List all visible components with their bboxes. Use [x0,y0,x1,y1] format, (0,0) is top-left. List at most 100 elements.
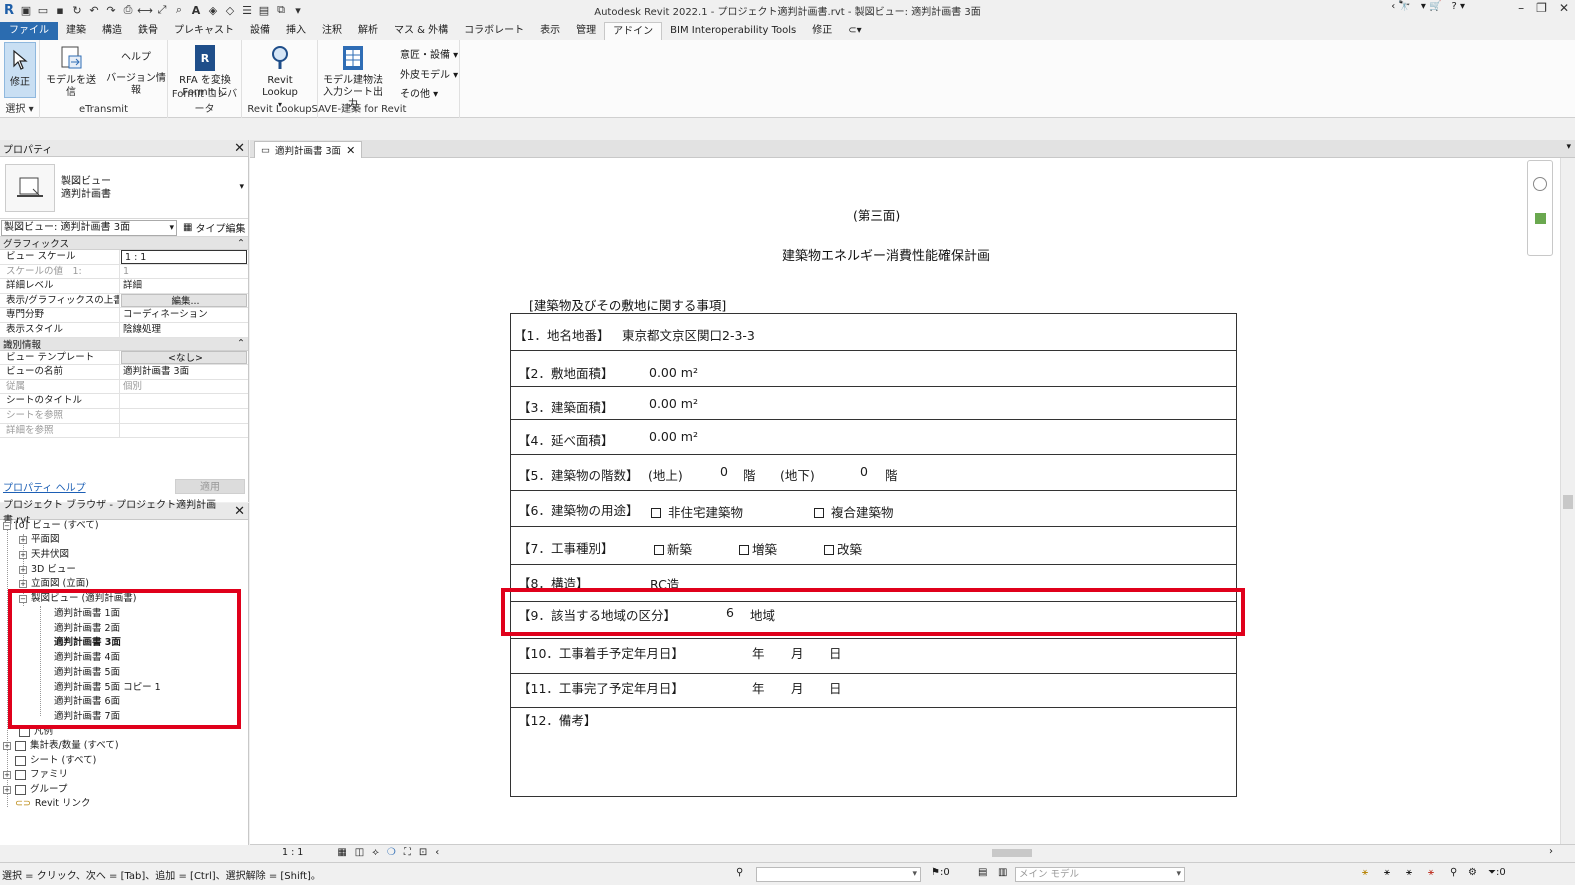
ribbon-tab[interactable]: プレキャスト [166,22,242,40]
property-value[interactable]: 編集... [121,293,247,308]
type-option-extension[interactable]: 増築 [739,539,777,558]
property-row[interactable]: 専門分野 コーディネーション [0,308,248,323]
ribbon-tab[interactable]: 建築 [58,22,94,40]
properties-help-link[interactable]: プロパティ ヘルプ [3,479,86,494]
close-icon[interactable]: ✕ [1559,1,1569,15]
tree-schedules[interactable]: + 集計表/数量 (すべて) [3,739,119,753]
ribbon-tab[interactable]: アドイン [604,22,663,40]
type-selector[interactable]: 製図ビュー 適判計画書 ▾ [0,157,248,219]
customize-qat-icon[interactable]: ▾ [291,3,305,17]
modify-button[interactable]: 修正 [4,42,36,98]
tree-sheet-item[interactable]: 適判計画書 5面 [54,666,120,680]
property-row[interactable]: 従属 個別 [0,379,248,395]
property-row[interactable]: 表示/グラフィックスの上書き 編集... [0,293,248,309]
cart-icon[interactable]: ▾ 🛒 [1421,1,1442,12]
property-value[interactable]: 個別 [120,380,248,394]
workset-dropdown[interactable] [756,867,921,882]
3d-view-icon[interactable]: ◈ [206,3,220,17]
vertical-scrollbar[interactable] [1560,158,1575,844]
use-option-mixed[interactable]: 複合建築物 [814,502,894,521]
text-icon[interactable]: A [189,3,203,17]
select-links-icon[interactable]: ⚹ [1362,867,1368,878]
editable-only-icon[interactable]: ⚑:0 [931,867,950,878]
minimize-icon[interactable]: – [1518,1,1524,15]
ribbon-tab[interactable]: BIM Interoperability Tools [662,22,804,40]
save-icon[interactable]: ▪ [53,3,67,17]
tree-legend[interactable]: 凡例 [19,725,53,739]
property-value[interactable]: コーディネーション [120,308,248,322]
redo-icon[interactable]: ↷ [104,3,118,17]
view-scale[interactable]: 1 : 1 [282,847,303,858]
sync-icon[interactable]: ↻ [70,3,84,17]
property-row[interactable]: ビュー スケール 1 : 1 [0,250,248,265]
instance-filter-dropdown[interactable]: 製図ビュー: 適判計画書 3面 [1,219,177,236]
switch-windows-icon[interactable]: ⧉ [274,3,288,17]
ribbon-tab[interactable]: 修正 [804,22,840,40]
tree-3d[interactable]: +3D ビュー [19,563,76,577]
section-icon[interactable]: ◇ [223,3,237,17]
tree-sheet-item[interactable]: 適判計画書 4面 [54,651,120,665]
scroll-right-icon[interactable]: › [1549,846,1553,857]
detail-level-icon[interactable]: ▦ [337,847,346,858]
property-value[interactable]: 1 [120,265,248,279]
background-process-icon[interactable]: ⚙ [1468,867,1477,878]
edit-type-button[interactable]: ▦ タイプ編集 [183,220,245,235]
tree-sheet-item[interactable]: 適判計画書 7面 [54,710,120,724]
use-option-nonresidential[interactable]: 非住宅建築物 [651,502,743,521]
tree-ceiling[interactable]: + 天井伏図 [19,548,69,562]
steering-wheel-icon[interactable] [1533,177,1547,191]
type-option-new[interactable]: 新築 [654,539,692,558]
search-icon[interactable]: ‹ 🔭 [1391,1,1411,12]
help-icon[interactable]: ? ▾ [1451,1,1465,12]
ribbon-tab[interactable]: 鉄骨 [130,22,166,40]
crop-icon[interactable]: ⛶ [404,847,411,858]
reveal-hidden-icon[interactable]: ❍ [387,847,396,858]
property-row[interactable]: ビュー テンプレート <なし> [0,350,248,366]
close-icon[interactable]: ✕ [234,504,245,519]
property-value[interactable]: 1 : 1 [121,250,247,264]
print-icon[interactable]: ⎙ [121,3,135,17]
revit-logo-icon[interactable]: R [2,3,16,18]
type-option-renovation[interactable]: 改築 [824,539,862,558]
ribbon-tab[interactable]: 設備 [242,22,278,40]
visual-style-icon[interactable]: ◫ [355,847,364,858]
tree-sheet-item[interactable]: 適判計画書 1面 [54,607,120,621]
ribbon-tab[interactable]: 注釈 [314,22,350,40]
ribbon-tab[interactable]: 挿入 [278,22,314,40]
worksharing-icon[interactable]: ⚲ [736,867,743,878]
undo-icon[interactable]: ↶ [87,3,101,17]
close-icon[interactable]: ✕ [346,144,355,157]
property-value[interactable]: <なし> [121,350,247,365]
show-crop-icon[interactable]: ⊡ [419,847,427,858]
property-row[interactable]: スケールの値 1: 1 [0,264,248,280]
tree-sheet-item[interactable]: 適判計画書 2面 [54,622,120,636]
property-value[interactable] [120,409,248,423]
tree-families[interactable]: + ファミリ [3,768,68,782]
open-icon[interactable]: ▭ [36,3,50,17]
ribbon-tab[interactable]: コラボレート [456,22,532,40]
design-equipment-menu[interactable]: 意匠・設備 ▾ [400,46,458,66]
property-value[interactable]: 適判計画書 3面 [120,365,248,379]
select-pinned-icon[interactable]: ⚹ [1406,867,1412,878]
tree-plan[interactable]: + 平面図 [19,533,60,547]
design-options-icon[interactable]: ▤ [978,867,987,878]
restore-icon[interactable]: ❐ [1536,1,1547,15]
measure-icon[interactable]: ⟷ [137,3,153,17]
category-identity[interactable]: 識別情報 ⌃ [0,337,248,351]
tree-sheet-item[interactable]: 適判計画書 5面 コピー 1 [54,681,161,695]
tree-sheets[interactable]: シート (すべて) [15,754,96,768]
tab-file[interactable]: ファイル [0,22,58,40]
tree-elevation[interactable]: + 立面図 (立面) [19,577,89,591]
scroll-left-icon[interactable]: ‹ [435,847,439,858]
ribbon-tab[interactable]: 表示 [532,22,568,40]
property-value[interactable] [120,394,248,408]
tree-groups[interactable]: + グループ [3,783,67,797]
tab-extra-icon[interactable]: ⊂▾ [840,22,869,40]
tree-links[interactable]: ⊂⊃ Revit リンク [15,797,90,811]
property-row[interactable]: 詳細レベル 詳細 [0,279,248,294]
property-row[interactable]: ビューの名前 適判計画書 3面 [0,365,248,380]
drag-elements-icon[interactable]: ⚲ [1450,867,1457,878]
ribbon-tab[interactable]: 管理 [568,22,604,40]
home-icon[interactable]: ▣ [19,3,33,17]
tree-sheet-item[interactable]: 適判計画書 6面 [54,695,120,709]
